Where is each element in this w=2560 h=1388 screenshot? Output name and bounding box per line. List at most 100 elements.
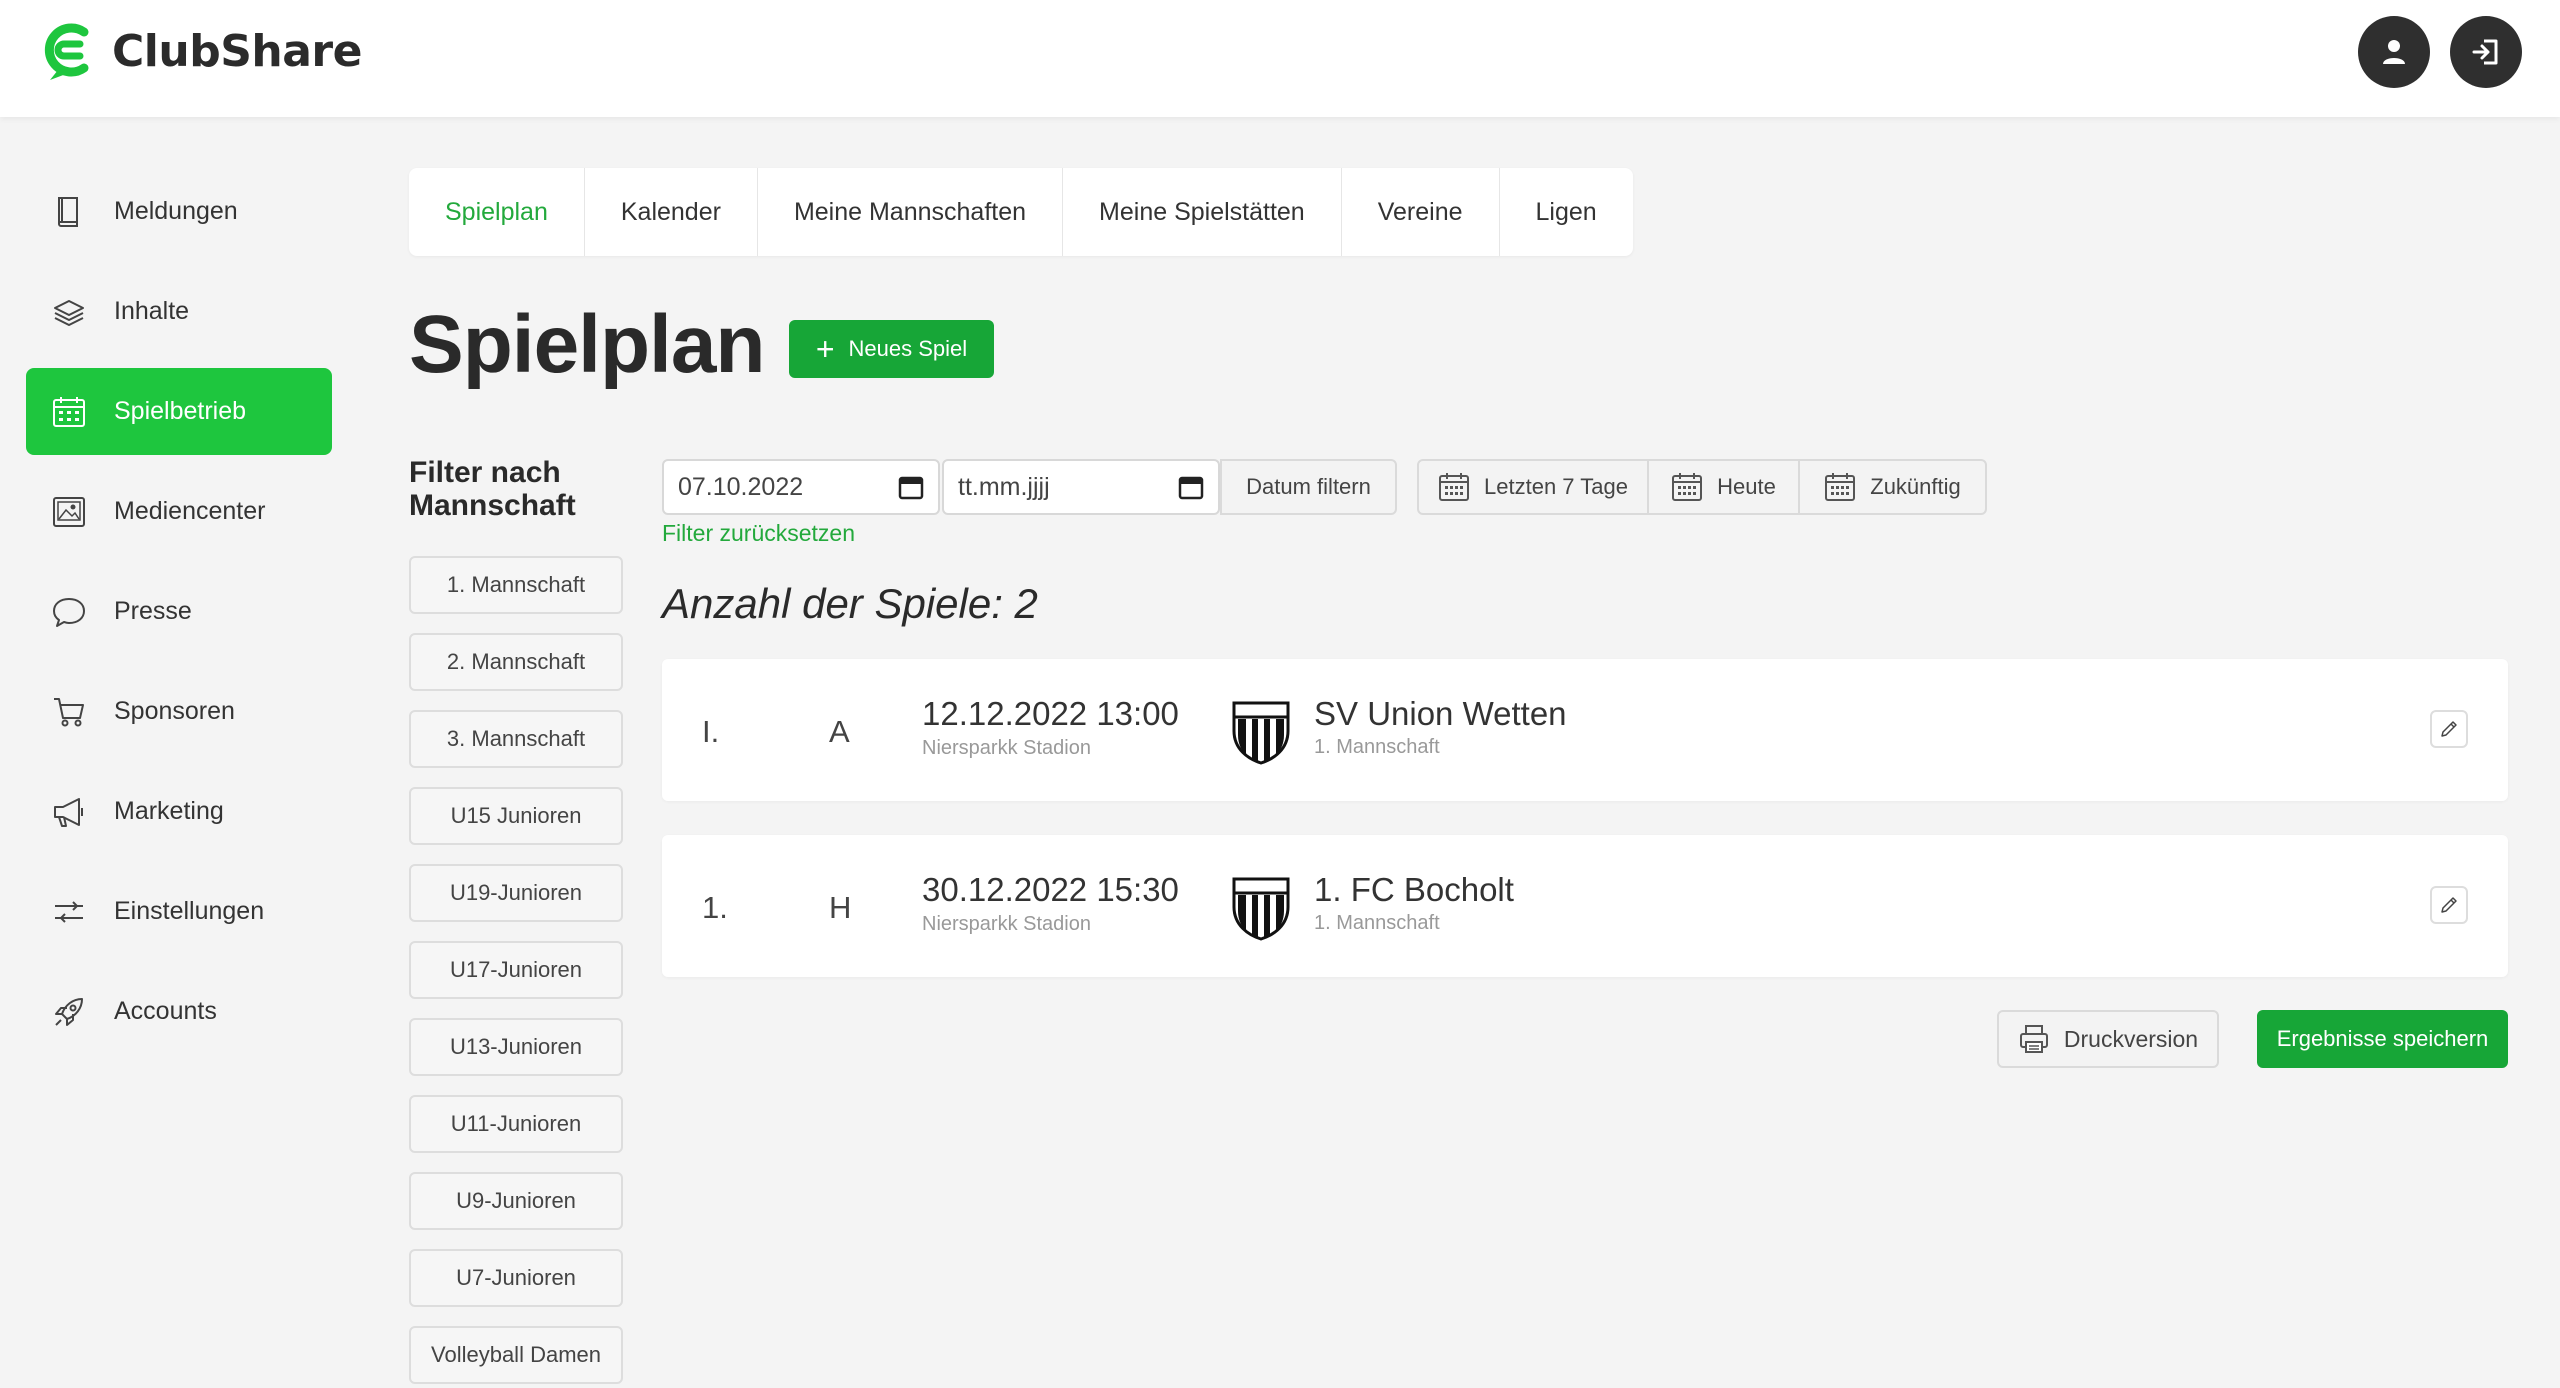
team-filter-button[interactable]: 1. Mannschaft [409,556,623,614]
team-filter-button[interactable]: U11-Junioren [409,1095,623,1153]
match-home-away: H [829,890,852,925]
sidebar-item-label: Einstellungen [114,897,265,925]
sidebar-item-label: Mediencenter [114,497,266,525]
sign-out-icon [2472,39,2498,65]
sidebar-item-marketing[interactable]: Marketing [26,768,332,855]
tab-kalender[interactable]: Kalender [585,168,758,256]
print-version-button[interactable]: Druckversion [1997,1010,2219,1068]
app-name: ClubShare [112,25,362,77]
match-datetime: 12.12.2022 13:00 [922,695,1179,732]
last-7-days-label: Letzten 7 Tage [1484,474,1628,499]
clubshare-logo-icon [44,23,89,80]
club-crest-icon [1232,877,1290,941]
match-home-away: A [829,714,850,749]
date-filter-button[interactable]: Datum filtern [1220,459,1397,515]
sidebar-item-label: Accounts [114,997,217,1025]
sidebar-item-sponsoren[interactable]: Sponsoren [26,668,332,755]
megaphone-icon [50,793,88,831]
today-label: Heute [1717,474,1776,499]
match-venue: Niersparkk Stadion [922,913,1091,935]
team-filter-button[interactable]: 2. Mannschaft [409,633,623,691]
match-number: 1. [702,890,728,925]
tab-ligen[interactable]: Ligen [1500,168,1633,256]
match-datetime: 30.12.2022 15:30 [922,871,1179,908]
reset-filter-link[interactable]: Filter zurücksetzen [662,520,855,547]
date-from-input[interactable]: 07.10.2022 [662,459,940,515]
pencil-icon [2441,897,2457,913]
team-filter-button[interactable]: U19-Junioren [409,864,623,922]
cart-icon [50,693,88,731]
tab-meine-mannschaften[interactable]: Meine Mannschaften [758,168,1064,256]
team-filter-list: 1. Mannschaft 2. Mannschaft 3. Mannschaf… [409,556,623,1388]
chat-bubble-icon [50,593,88,631]
filter-title: Filter nach Mannschaft [409,456,576,522]
last-7-days-button[interactable]: Letzten 7 Tage [1417,459,1649,515]
match-row: I. A 12.12.2022 13:00 Niersparkk Stadion… [662,659,2508,801]
match-number: I. [702,714,720,749]
date-filter-label: Datum filtern [1246,474,1371,499]
date-to-input[interactable]: tt.mm.jjjj [942,459,1220,515]
match-venue: Niersparkk Stadion [922,737,1091,759]
today-button[interactable]: Heute [1647,459,1800,515]
team-filter-button[interactable]: 3. Mannschaft [409,710,623,768]
sidebar-item-label: Inhalte [114,297,190,325]
match-row: 1. H 30.12.2022 15:30 Niersparkk Stadion… [662,835,2508,977]
team-filter-button[interactable]: U9-Junioren [409,1172,623,1230]
team-filter-button[interactable]: U17-Junioren [409,941,623,999]
sidebar-item-meldungen[interactable]: Meldungen [26,168,332,255]
team-filter-button[interactable]: U13-Junioren [409,1018,623,1076]
date-from-value: 07.10.2022 [678,472,804,501]
new-game-label: Neues Spiel [848,336,968,361]
tab-meine-spielstaetten[interactable]: Meine Spielstätten [1063,168,1342,256]
rocket-icon [50,993,88,1031]
page-title: Spielplan [409,299,766,390]
club-crest-icon [1232,701,1290,765]
sidebar-item-label: Spielbetrieb [114,397,247,425]
calendar-picker-icon[interactable] [1178,474,1204,500]
calendar-icon [1672,473,1703,501]
sidebar-item-inhalte[interactable]: Inhalte [26,268,332,355]
sidebar-item-label: Meldungen [114,197,238,225]
printer-icon [2019,1025,2048,1053]
app-logo[interactable]: ClubShare [36,18,362,84]
pencil-icon [2441,721,2457,737]
print-version-label: Druckversion [2063,1025,2199,1052]
future-button[interactable]: Zukünftig [1798,459,1987,515]
future-label: Zukünftig [1870,474,1961,499]
logout-button[interactable] [2450,16,2522,88]
save-results-button[interactable]: Ergebnisse speichern [2257,1010,2508,1068]
profile-button[interactable] [2358,16,2430,88]
edit-match-button[interactable] [2430,886,2468,924]
edit-match-button[interactable] [2430,710,2468,748]
calendar-picker-icon[interactable] [898,474,924,500]
match-opponent: SV Union Wetten [1314,695,1567,732]
game-count: Anzahl der Spiele: 2 [662,580,1038,627]
sidebar-item-accounts[interactable]: Accounts [26,968,332,1055]
sidebar: Meldungen Inhalte Spielbetrieb Mediencen… [26,168,332,1068]
team-filter-button[interactable]: Volleyball Damen [409,1326,623,1384]
match-squad: 1. Mannschaft [1314,736,1440,758]
match-opponent: 1. FC Bocholt [1314,871,1514,908]
sidebar-item-label: Sponsoren [114,697,235,725]
sidebar-item-label: Marketing [114,797,224,825]
calendar-icon [50,393,88,431]
calendar-icon [1825,473,1856,501]
sidebar-item-einstellungen[interactable]: Einstellungen [26,868,332,955]
calendar-icon [1439,473,1470,501]
match-squad: 1. Mannschaft [1314,912,1440,934]
new-game-button[interactable]: + Neues Spiel [789,320,994,378]
tab-vereine[interactable]: Vereine [1342,168,1500,256]
sidebar-item-mediencenter[interactable]: Mediencenter [26,468,332,555]
team-filter-button[interactable]: U15 Junioren [409,787,623,845]
layers-icon [50,293,88,331]
book-icon [50,193,88,231]
date-to-placeholder: tt.mm.jjjj [958,472,1050,501]
section-tabs: Spielplan Kalender Meine Mannschaften Me… [409,168,1633,256]
sidebar-item-spielbetrieb[interactable]: Spielbetrieb [26,368,332,455]
top-header: ClubShare [0,0,2560,117]
sidebar-item-presse[interactable]: Presse [26,568,332,655]
user-icon [2383,40,2405,64]
tab-spielplan[interactable]: Spielplan [409,168,585,256]
sliders-icon [50,893,88,931]
team-filter-button[interactable]: U7-Junioren [409,1249,623,1307]
